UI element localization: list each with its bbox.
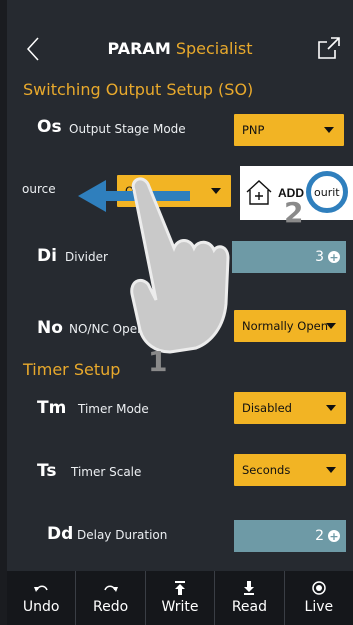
plus-icon[interactable]: + (328, 251, 340, 263)
page-title: PARAM Specialist (7, 39, 353, 58)
read-label: Read (231, 599, 268, 615)
undo-button[interactable]: Undo (7, 571, 77, 625)
os-label: Output Stage Mode (69, 122, 186, 136)
live-icon (312, 581, 326, 595)
pointing-hand-icon (130, 177, 230, 354)
redo-button[interactable]: Redo (76, 571, 146, 625)
ts-code: Ts (37, 461, 57, 481)
header: PARAM Specialist (7, 0, 353, 78)
redo-label: Redo (93, 599, 129, 615)
delay-duration-field[interactable]: 2 + (234, 520, 346, 552)
section-title-timer: Timer Setup (23, 360, 121, 379)
undo-icon (34, 585, 48, 592)
section-title-switching: Switching Output Setup (SO) (23, 80, 254, 99)
chevron-down-icon (326, 405, 336, 411)
divider-value: 3 (315, 249, 324, 265)
plus-icon[interactable]: + (328, 530, 340, 542)
no-nc-select[interactable]: Normally Open (234, 310, 346, 342)
timer-scale-value: Seconds (242, 463, 291, 477)
di-code: Di (37, 246, 57, 266)
tm-label: Timer Mode (78, 402, 149, 416)
timer-scale-select[interactable]: Seconds (234, 454, 346, 486)
chevron-down-icon (326, 467, 336, 473)
timer-mode-select[interactable]: Disabled (234, 392, 346, 424)
dd-label: Delay Duration (77, 528, 168, 542)
source-label: ource (22, 182, 56, 196)
delay-duration-value: 2 (315, 528, 324, 544)
ts-label: Timer Scale (71, 465, 142, 479)
step-number-2: 2 (284, 196, 304, 229)
live-label: Live (304, 599, 334, 615)
tm-code: Tm (37, 398, 67, 418)
live-button[interactable]: Live (285, 571, 353, 625)
write-button[interactable]: Write (146, 571, 216, 625)
download-icon (244, 581, 255, 595)
undo-label: Undo (22, 599, 60, 615)
redo-icon (103, 585, 118, 592)
timer-mode-value: Disabled (242, 401, 292, 415)
output-stage-select[interactable]: PNP (234, 114, 344, 146)
step-number-1: 1 (148, 345, 168, 378)
bottom-toolbar: Undo Redo Write Read Live (7, 571, 353, 625)
read-button[interactable]: Read (215, 571, 285, 625)
di-label: Divider (65, 250, 108, 264)
chevron-down-icon (326, 323, 336, 329)
write-label: Write (161, 599, 199, 615)
upload-icon (175, 581, 186, 595)
chevron-down-icon (324, 127, 334, 133)
divider-field[interactable]: 3 + (232, 241, 346, 273)
no-nc-value: Normally Open (242, 319, 328, 333)
highlight-ring (306, 171, 348, 213)
title-bold: PARAM (107, 39, 171, 58)
output-stage-value: PNP (242, 123, 265, 137)
no-code: No (37, 318, 63, 338)
dd-code: Dd (47, 524, 74, 544)
export-icon[interactable] (317, 36, 341, 60)
os-code: Os (37, 117, 62, 137)
title-accent: Specialist (175, 39, 253, 58)
home-plus-icon (246, 180, 272, 205)
